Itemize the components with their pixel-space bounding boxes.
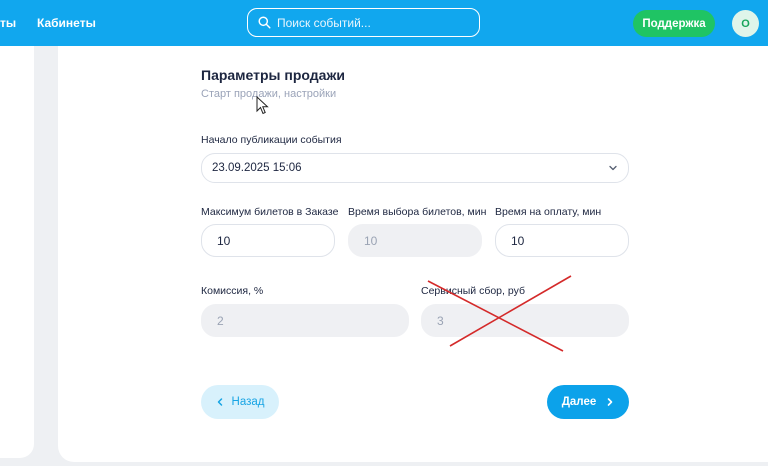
- search-icon: [258, 16, 271, 29]
- commission-field: 2: [201, 304, 409, 337]
- next-button-label: Далее: [561, 396, 597, 408]
- publication-start-value: 23.09.2025 15:06: [212, 162, 302, 174]
- next-button[interactable]: Далее: [547, 385, 629, 419]
- left-sidebar-panel: [0, 46, 34, 458]
- service-fee-field: 3: [421, 304, 629, 337]
- publication-start-label: Начало публикации события: [201, 134, 342, 146]
- nav-link-truncated[interactable]: ты: [0, 16, 16, 30]
- top-bar: ты Кабинеты Поддержка О: [0, 0, 768, 46]
- chevron-left-icon: [217, 398, 222, 406]
- service-fee-label: Сервисный сбор, руб: [421, 285, 525, 297]
- payment-time-field[interactable]: 10: [495, 224, 629, 257]
- user-avatar[interactable]: О: [732, 10, 759, 37]
- ticket-select-time-field: 10: [348, 224, 482, 257]
- commission-label: Комиссия, %: [201, 285, 264, 297]
- back-button-label: Назад: [231, 396, 265, 408]
- search-input[interactable]: [277, 15, 457, 30]
- support-button[interactable]: Поддержка: [633, 10, 715, 37]
- max-tickets-label: Максимум билетов в Заказе: [201, 206, 339, 218]
- payment-time-label: Время на оплату, мин: [495, 206, 602, 218]
- max-tickets-field[interactable]: 10: [201, 224, 335, 257]
- chevron-down-icon: [609, 165, 617, 171]
- ticket-select-time-label: Время выбора билетов, мин: [348, 206, 487, 218]
- nav-link-cabinets[interactable]: Кабинеты: [37, 16, 96, 30]
- mouse-cursor-icon: [256, 96, 269, 115]
- page-title: Параметры продажи: [201, 67, 345, 83]
- search-box[interactable]: [247, 8, 480, 37]
- publication-start-select[interactable]: 23.09.2025 15:06: [201, 153, 629, 183]
- back-button[interactable]: Назад: [201, 385, 279, 419]
- chevron-right-icon: [607, 398, 613, 406]
